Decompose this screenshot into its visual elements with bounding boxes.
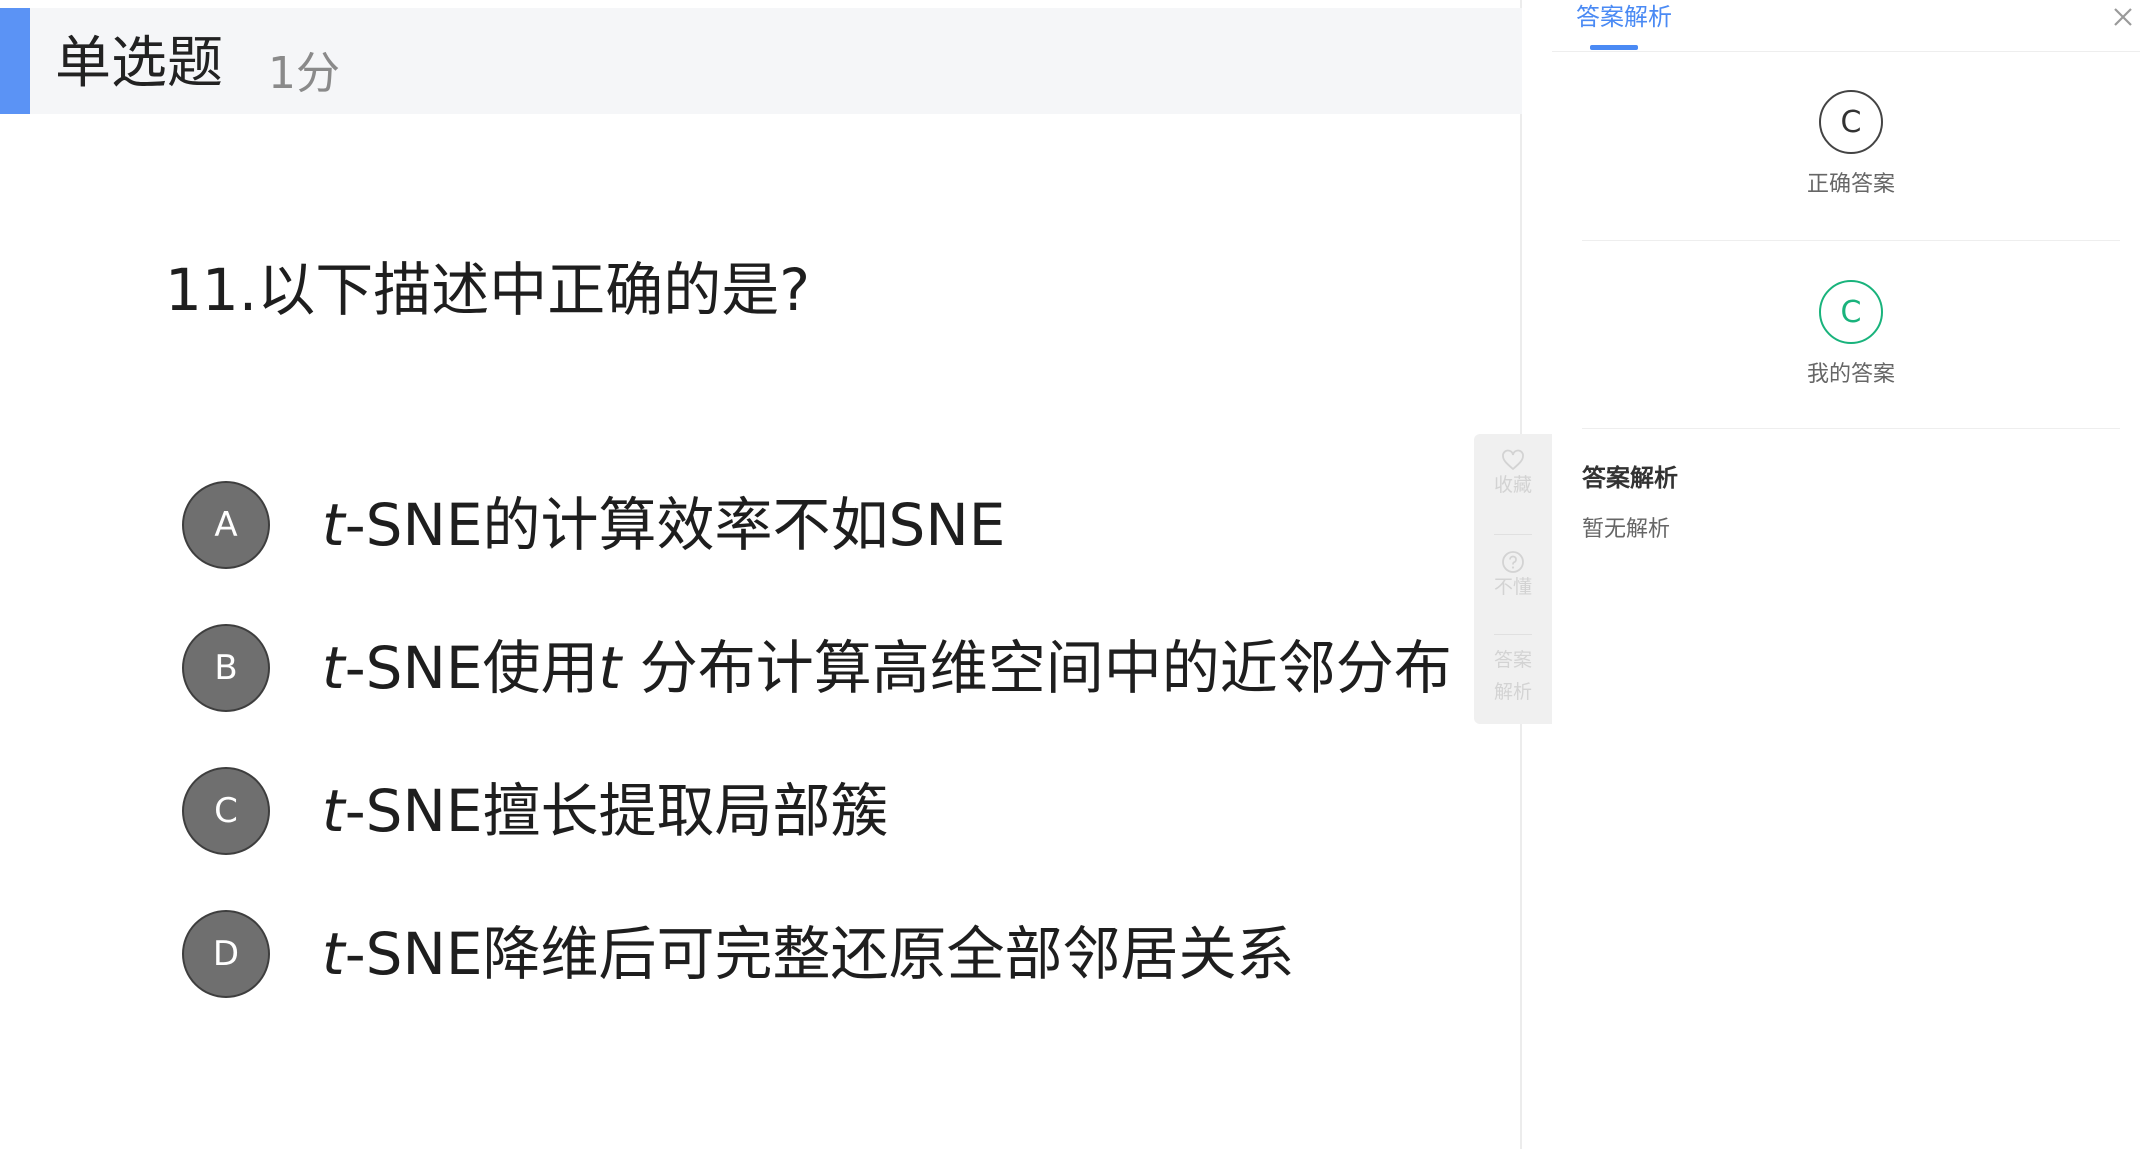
option-text: t-SNE使用t 分布计算高维空间中的近邻分布 xyxy=(322,633,1452,703)
option-b[interactable]: Bt-SNE使用t 分布计算高维空间中的近邻分布 xyxy=(182,623,1452,713)
panel-header-divider xyxy=(1552,51,2140,52)
option-text-segment: t xyxy=(322,634,345,702)
option-text-segment: -SNE降维后可完整还原全部邻居关系 xyxy=(344,920,1295,988)
confused-button[interactable]: 不懂 xyxy=(1474,550,1552,600)
analysis-title: 答案解析 xyxy=(1582,464,1678,492)
question-panel: 单选题 1分 11.以下描述中正确的是? At-SNE的计算效率不如SNE Bt-… xyxy=(0,0,1522,1149)
option-letter-badge: A xyxy=(182,481,270,569)
tab-answer-analysis[interactable]: 答案解析 xyxy=(1576,0,1672,34)
my-answer-label: 我的答案 xyxy=(1806,362,1895,387)
option-letter-badge: D xyxy=(182,910,270,998)
question-circle-icon xyxy=(1502,551,1524,573)
correct-answer-block: C 正确答案 xyxy=(1582,90,2120,200)
question-score: 1分 xyxy=(268,48,340,99)
option-text-segment: -SNE擅长提取局部簇 xyxy=(344,777,889,845)
option-d[interactable]: Dt-SNE降维后可完整还原全部邻居关系 xyxy=(182,909,1295,999)
option-text-segment: -SNE的计算效率不如SNE xyxy=(344,491,1006,559)
analysis-divider xyxy=(1582,428,2120,429)
my-answer-block: C 我的答案 xyxy=(1582,280,2120,390)
my-answer-badge: C xyxy=(1819,280,1883,344)
option-text-segment: 分布计算高维空间中的近邻分布 xyxy=(621,634,1452,702)
option-text: t-SNE擅长提取局部簇 xyxy=(322,776,889,846)
question-header: 单选题 1分 xyxy=(0,8,1522,114)
option-text-segment: t xyxy=(322,777,345,845)
option-text-segment: t xyxy=(598,634,622,702)
option-letter-badge: B xyxy=(182,624,270,712)
question-type-title: 单选题 xyxy=(55,31,223,96)
option-c[interactable]: Ct-SNE擅长提取局部簇 xyxy=(182,766,889,856)
option-text-segment: t xyxy=(322,920,345,988)
option-text-segment: t xyxy=(322,491,345,559)
analysis-body: 暂无解析 xyxy=(1582,517,1671,542)
option-text-segment: -SNE使用 xyxy=(344,634,599,702)
side-toolbar: 收藏 不懂 答案 解析 xyxy=(1474,434,1552,724)
heart-icon xyxy=(1502,449,1524,471)
tab-active-indicator xyxy=(1590,45,1638,50)
answer-analysis-panel: 答案解析 C 正确答案 C 我的答案 答案解析 暂无解析 xyxy=(1552,0,2140,1149)
analysis-label-line2: 解析 xyxy=(1493,681,1532,703)
close-icon xyxy=(2114,8,2132,26)
favorite-label: 收藏 xyxy=(1493,474,1532,496)
close-button[interactable] xyxy=(2106,0,2140,34)
question-text: 11.以下描述中正确的是? xyxy=(165,256,811,324)
tool-divider xyxy=(1494,534,1532,535)
option-a[interactable]: At-SNE的计算效率不如SNE xyxy=(182,480,1005,570)
tool-divider xyxy=(1494,634,1532,635)
option-text: t-SNE的计算效率不如SNE xyxy=(322,490,1005,560)
option-text: t-SNE降维后可完整还原全部邻居关系 xyxy=(322,919,1295,989)
header-accent-bar xyxy=(0,8,30,114)
correct-answer-label: 正确答案 xyxy=(1806,172,1895,197)
favorite-button[interactable]: 收藏 xyxy=(1474,448,1552,498)
correct-answer-badge: C xyxy=(1819,90,1883,154)
option-letter-badge: C xyxy=(182,767,270,855)
confused-label: 不懂 xyxy=(1493,576,1532,598)
analysis-button[interactable]: 答案 解析 xyxy=(1474,644,1552,708)
answer-divider xyxy=(1582,240,2120,241)
analysis-label-line1: 答案 xyxy=(1493,649,1532,671)
